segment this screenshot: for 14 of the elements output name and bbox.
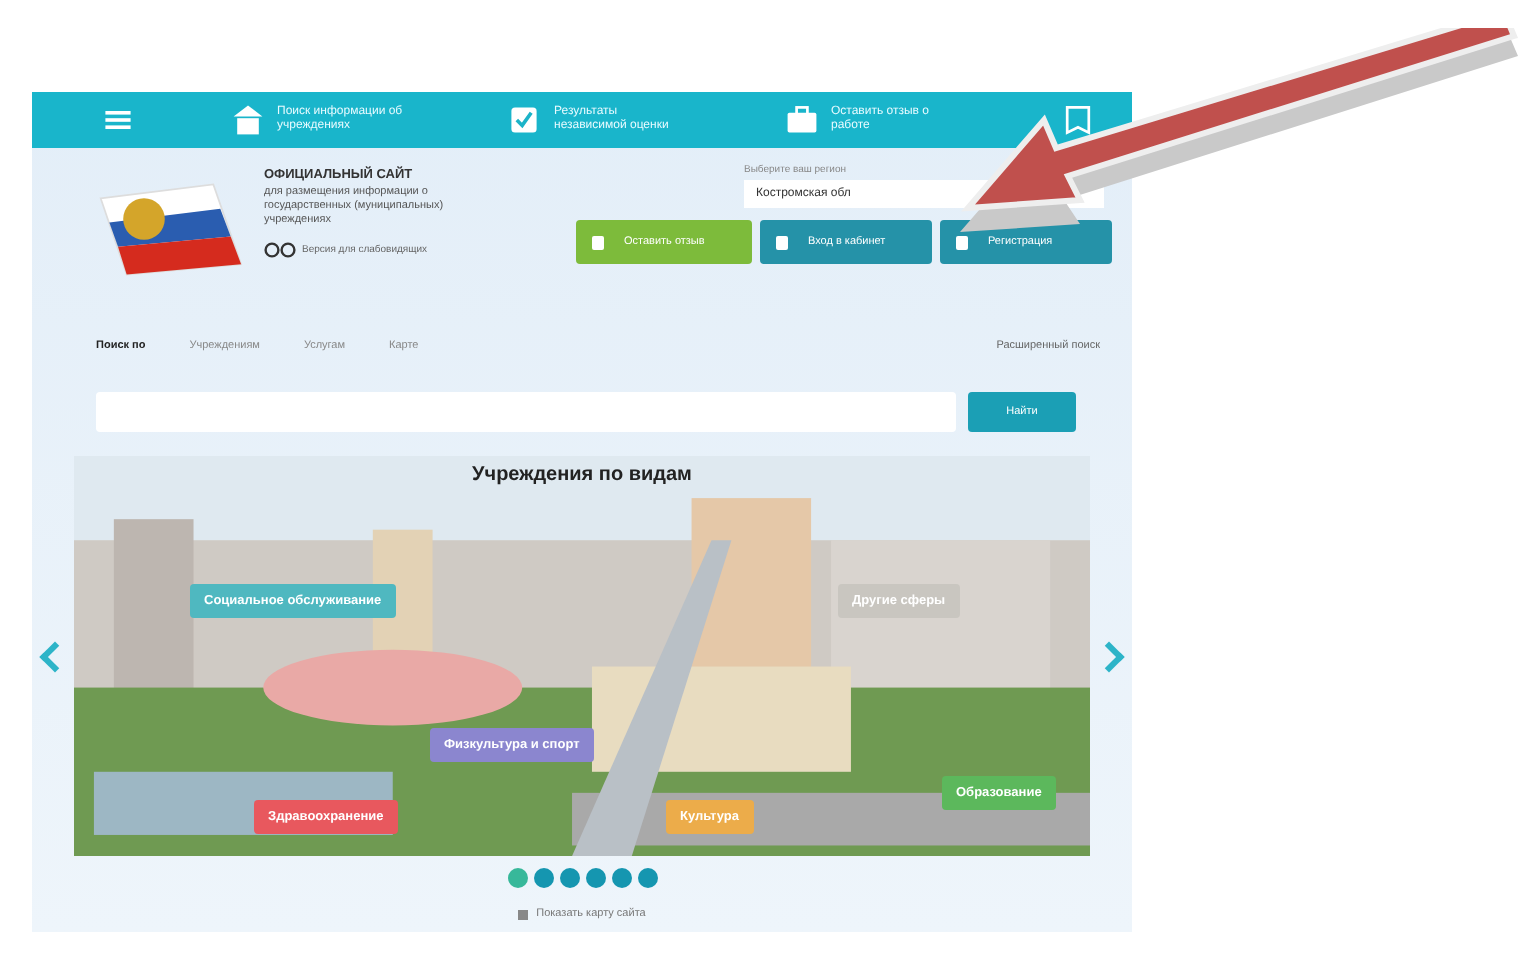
search-field[interactable] (96, 392, 956, 432)
briefcase-icon[interactable] (783, 102, 819, 138)
glasses-icon[interactable] (264, 242, 296, 258)
carousel-dot[interactable] (507, 868, 527, 888)
carousel-dot[interactable] (611, 868, 631, 888)
building-icon[interactable] (229, 102, 265, 138)
carousel-dot[interactable] (585, 868, 605, 888)
carousel-dot[interactable] (637, 868, 657, 888)
book-icon[interactable] (1060, 102, 1096, 138)
carousel-dot[interactable] (559, 868, 579, 888)
checkbox-icon[interactable] (506, 102, 542, 138)
sitemap-icon (518, 909, 529, 919)
carousel-title: Учреждения по видам (470, 464, 694, 486)
carousel-dot[interactable] (533, 868, 553, 888)
